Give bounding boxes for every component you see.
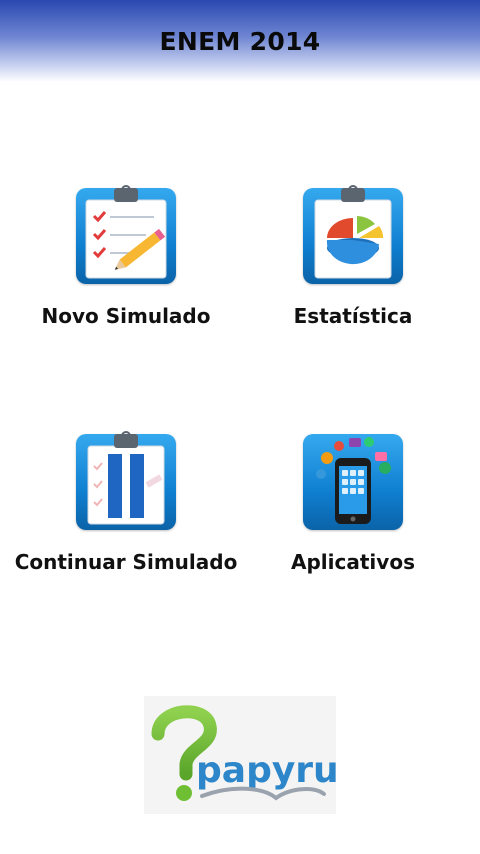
continuar-simulado-button[interactable]: Continuar Simulado bbox=[6, 431, 246, 574]
novo-simulado-button[interactable]: Novo Simulado bbox=[6, 185, 246, 328]
novo-simulado-label: Novo Simulado bbox=[41, 304, 211, 328]
clipboard-checklist-pencil-icon bbox=[76, 185, 176, 284]
papyrus-logo-text: papyrus bbox=[196, 750, 336, 791]
app-header: ENEM 2014 bbox=[0, 0, 480, 82]
aplicativos-label: Aplicativos bbox=[291, 550, 415, 574]
continuar-simulado-label: Continuar Simulado bbox=[14, 550, 238, 574]
clipboard-bars-icon bbox=[76, 431, 176, 530]
page-title: ENEM 2014 bbox=[159, 27, 321, 56]
smartphone-apps-icon bbox=[303, 434, 403, 530]
estatistica-button[interactable]: Estatística bbox=[233, 185, 473, 328]
clipboard-pie-chart-icon bbox=[303, 185, 403, 284]
estatistica-label: Estatística bbox=[293, 304, 413, 328]
aplicativos-button[interactable]: Aplicativos bbox=[233, 434, 473, 574]
papyrus-logo[interactable]: papyrus bbox=[144, 696, 336, 814]
